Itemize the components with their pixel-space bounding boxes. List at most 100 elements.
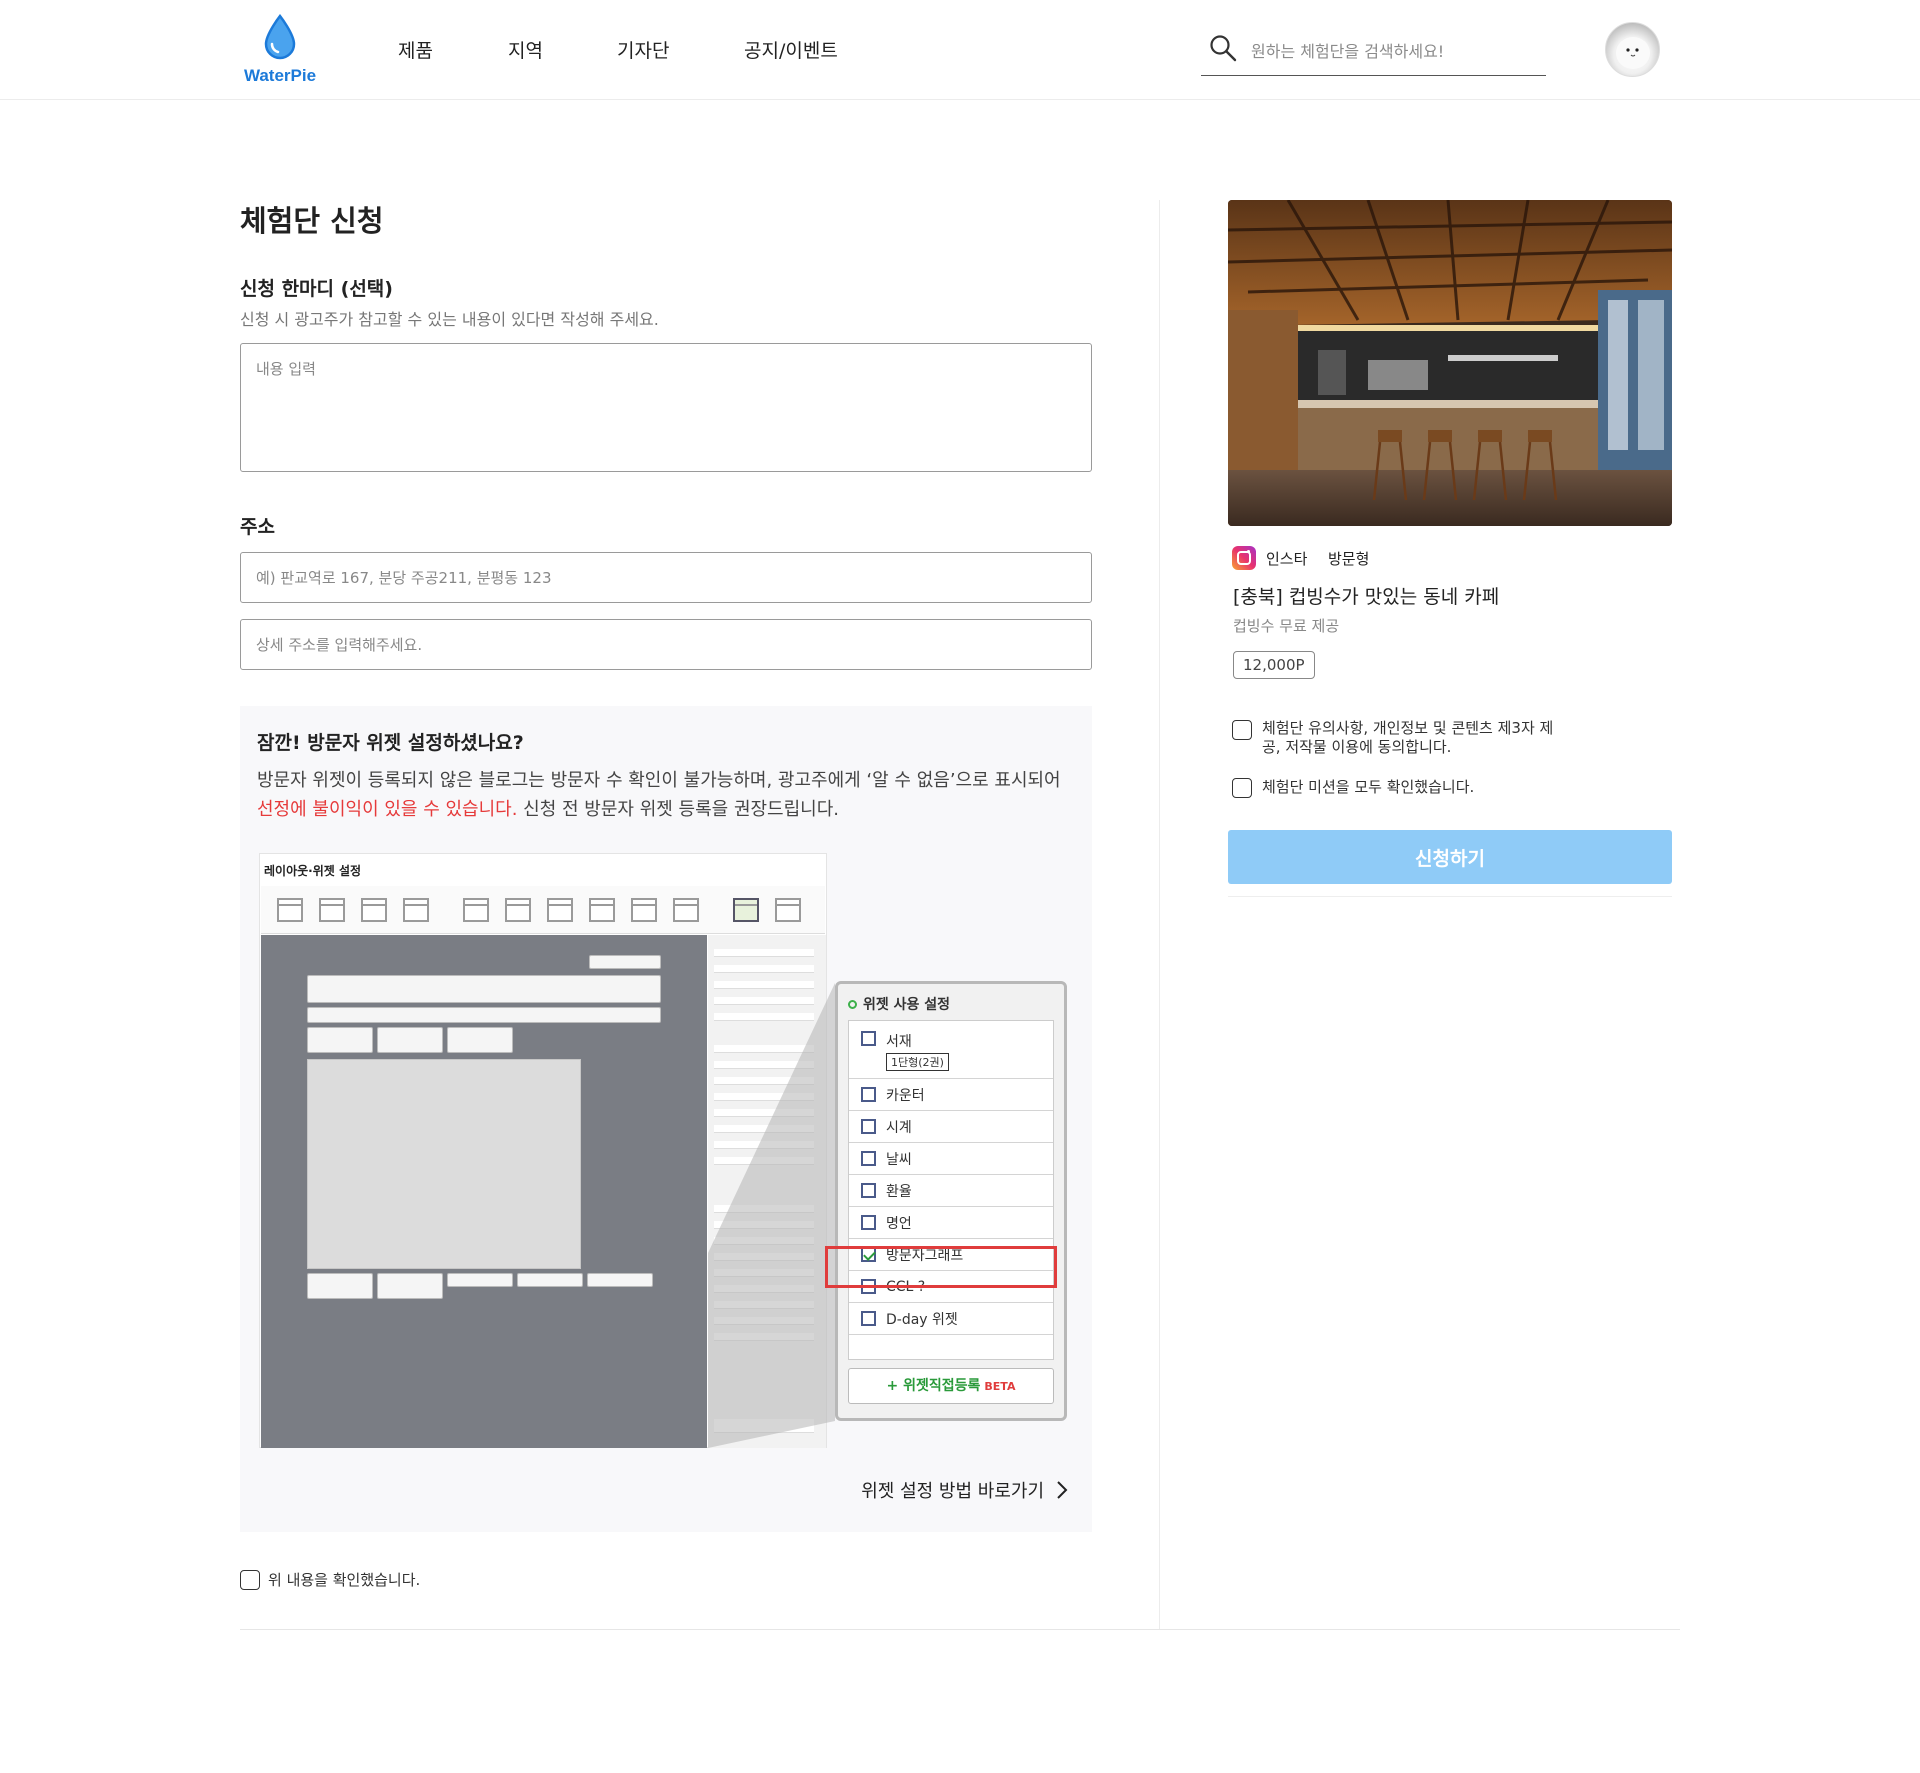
top-header: WaterPie 제품 지역 기자단 공지/이벤트 (0, 0, 1920, 100)
avatar[interactable] (1605, 22, 1660, 77)
column-divider (1159, 200, 1160, 1629)
nav-item-region[interactable]: 지역 (508, 36, 543, 63)
checkbox-icon (861, 1031, 876, 1046)
widget-row: 명언 (849, 1207, 1053, 1239)
layout-icon (505, 898, 531, 922)
bottom-divider (240, 1629, 1680, 1630)
comment-section-title: 신청 한마디 (선택) (240, 278, 393, 300)
layout-icon (403, 898, 429, 922)
confirm-label: 위 내용을 확인했습니다. (268, 1571, 421, 1589)
layout-icon (589, 898, 615, 922)
checkbox-icon (861, 1119, 876, 1134)
widget-label: D-day 위젯 (886, 1311, 958, 1328)
notice-title: 잠깐! 방문자 위젯 설정하셨나요? (257, 732, 524, 754)
layout-icon (277, 898, 303, 922)
layout-icon (631, 898, 657, 922)
nav-item-products[interactable]: 제품 (398, 36, 433, 63)
widget-row: 카운터 (849, 1079, 1053, 1111)
widget-row: 날씨 (849, 1143, 1053, 1175)
agree-mission-checkbox[interactable] (1232, 778, 1252, 798)
canvas-block (307, 1273, 373, 1299)
canvas-block (307, 975, 661, 1003)
nav-item-notice-events[interactable]: 공지/이벤트 (744, 36, 838, 63)
widget-guide-link[interactable]: 위젯 설정 방법 바로가기 (861, 1477, 1068, 1503)
canvas-block (587, 1273, 653, 1287)
widget-list: 서재 1단형(2권) 카운터 시계 날씨 환율 명언 방문자그래프 CCL ? … (848, 1020, 1054, 1360)
chevron-right-icon (1057, 1481, 1068, 1499)
canvas-block (517, 1273, 583, 1287)
canvas-block (447, 1273, 513, 1287)
widget-settings-illustration: 레이아웃·위젯 설정 위젯 사용 설정 서재 1단형(2권) 카운터 시계 날씨… (259, 853, 1073, 1448)
type-tag: 방문형 (1328, 550, 1370, 568)
search-bar (1201, 28, 1546, 76)
notice-body-warning: 선정에 불이익이 있을 수 있습니다. (257, 799, 518, 820)
zoom-connector (708, 983, 835, 1448)
search-input[interactable] (1251, 36, 1541, 66)
points-badge: 12,000P (1233, 651, 1315, 679)
widget-label: 시계 (886, 1119, 912, 1136)
search-icon[interactable] (1209, 34, 1237, 62)
status-dot-icon (848, 999, 857, 1009)
confirm-checkbox[interactable] (240, 1570, 260, 1590)
widget-label: 날씨 (886, 1151, 912, 1168)
checkbox-icon (861, 1151, 876, 1166)
widget-panel-title: 위젯 사용 설정 (848, 994, 950, 1014)
widget-label: 환율 (886, 1183, 912, 1200)
widget-label: 서재 (886, 1034, 912, 1050)
checkbox-icon (861, 1183, 876, 1198)
logo-text: WaterPie (243, 66, 317, 85)
water-drop-icon (264, 14, 296, 60)
address-input[interactable] (240, 552, 1092, 603)
logo[interactable]: WaterPie (240, 14, 320, 86)
add-widget-button: + 위젯직접등록 BETA (848, 1368, 1054, 1404)
widget-label: 카운터 (886, 1087, 925, 1104)
nav-item-reporters[interactable]: 기자단 (617, 36, 669, 63)
widget-notice-box: 잠깐! 방문자 위젯 설정하셨나요? 방문자 위젯이 등록되지 않은 블로그는 … (240, 706, 1092, 1532)
campaign-subtitle: 컵빙수 무료 제공 (1233, 617, 1340, 635)
apply-button[interactable]: 신청하기 (1228, 830, 1672, 884)
campaign-image (1228, 200, 1672, 526)
layout-icon (361, 898, 387, 922)
campaign-title: [충북] 컵빙수가 맛있는 동네 카페 (1233, 586, 1500, 608)
illustration-caption: 레이아웃·위젯 설정 (264, 864, 362, 878)
cafe-photo (1228, 200, 1672, 526)
widget-row: 환율 (849, 1175, 1053, 1207)
platform-tag: 인스타 (1266, 550, 1308, 568)
canvas-block (307, 1027, 373, 1053)
address-section-title: 주소 (240, 516, 275, 538)
canvas-block (447, 1027, 513, 1053)
instagram-icon (1232, 546, 1256, 570)
checkbox-icon (861, 1087, 876, 1102)
layout-icon (547, 898, 573, 922)
checkbox-icon (861, 1311, 876, 1326)
widget-guide-link-label: 위젯 설정 방법 바로가기 (861, 1481, 1044, 1502)
checkbox-icon (861, 1215, 876, 1230)
agree-terms-checkbox[interactable] (1232, 720, 1252, 740)
layout-canvas (261, 935, 707, 1448)
widget-panel-title-text: 위젯 사용 설정 (863, 997, 951, 1013)
layout-icon (463, 898, 489, 922)
comment-textarea[interactable] (240, 343, 1092, 472)
comment-section-desc: 신청 시 광고주가 참고할 수 있는 내용이 있다면 작성해 주세요. (240, 310, 659, 329)
notice-body-part2: 신청 전 방문자 위젯 등록을 권장드립니다. (517, 799, 840, 820)
agree-mission-label: 체험단 미션을 모두 확인했습니다. (1262, 778, 1475, 796)
canvas-block (377, 1027, 443, 1053)
widget-row: 시계 (849, 1111, 1053, 1143)
canvas-block (377, 1273, 443, 1299)
widget-usage-panel: 위젯 사용 설정 서재 1단형(2권) 카운터 시계 날씨 환율 명언 방문자그… (825, 981, 1067, 1421)
canvas-main-area (307, 1059, 581, 1269)
layout-icon (673, 898, 699, 922)
highlight-box (825, 1246, 1057, 1288)
agree-terms-label: 체험단 유의사항, 개인정보 및 콘텐츠 제3자 제공, 저작물 이용에 동의합… (1262, 719, 1554, 756)
layout-icon (319, 898, 345, 922)
widget-label: 명언 (886, 1215, 912, 1232)
notice-body-part1: 방문자 위젯이 등록되지 않은 블로그는 방문자 수 확인이 불가능하며, 광고… (257, 770, 1061, 791)
add-widget-label: + 위젯직접등록 (886, 1378, 981, 1394)
canvas-block (589, 955, 661, 969)
notice-body: 방문자 위젯이 등록되지 않은 블로그는 방문자 수 확인이 불가능하며, 광고… (257, 766, 1077, 824)
canvas-block (307, 1007, 661, 1023)
widget-select: 1단형(2권) (886, 1053, 949, 1071)
widget-row: D-day 위젯 (849, 1303, 1053, 1335)
address-detail-input[interactable] (240, 619, 1092, 670)
submit-divider (1228, 896, 1672, 897)
